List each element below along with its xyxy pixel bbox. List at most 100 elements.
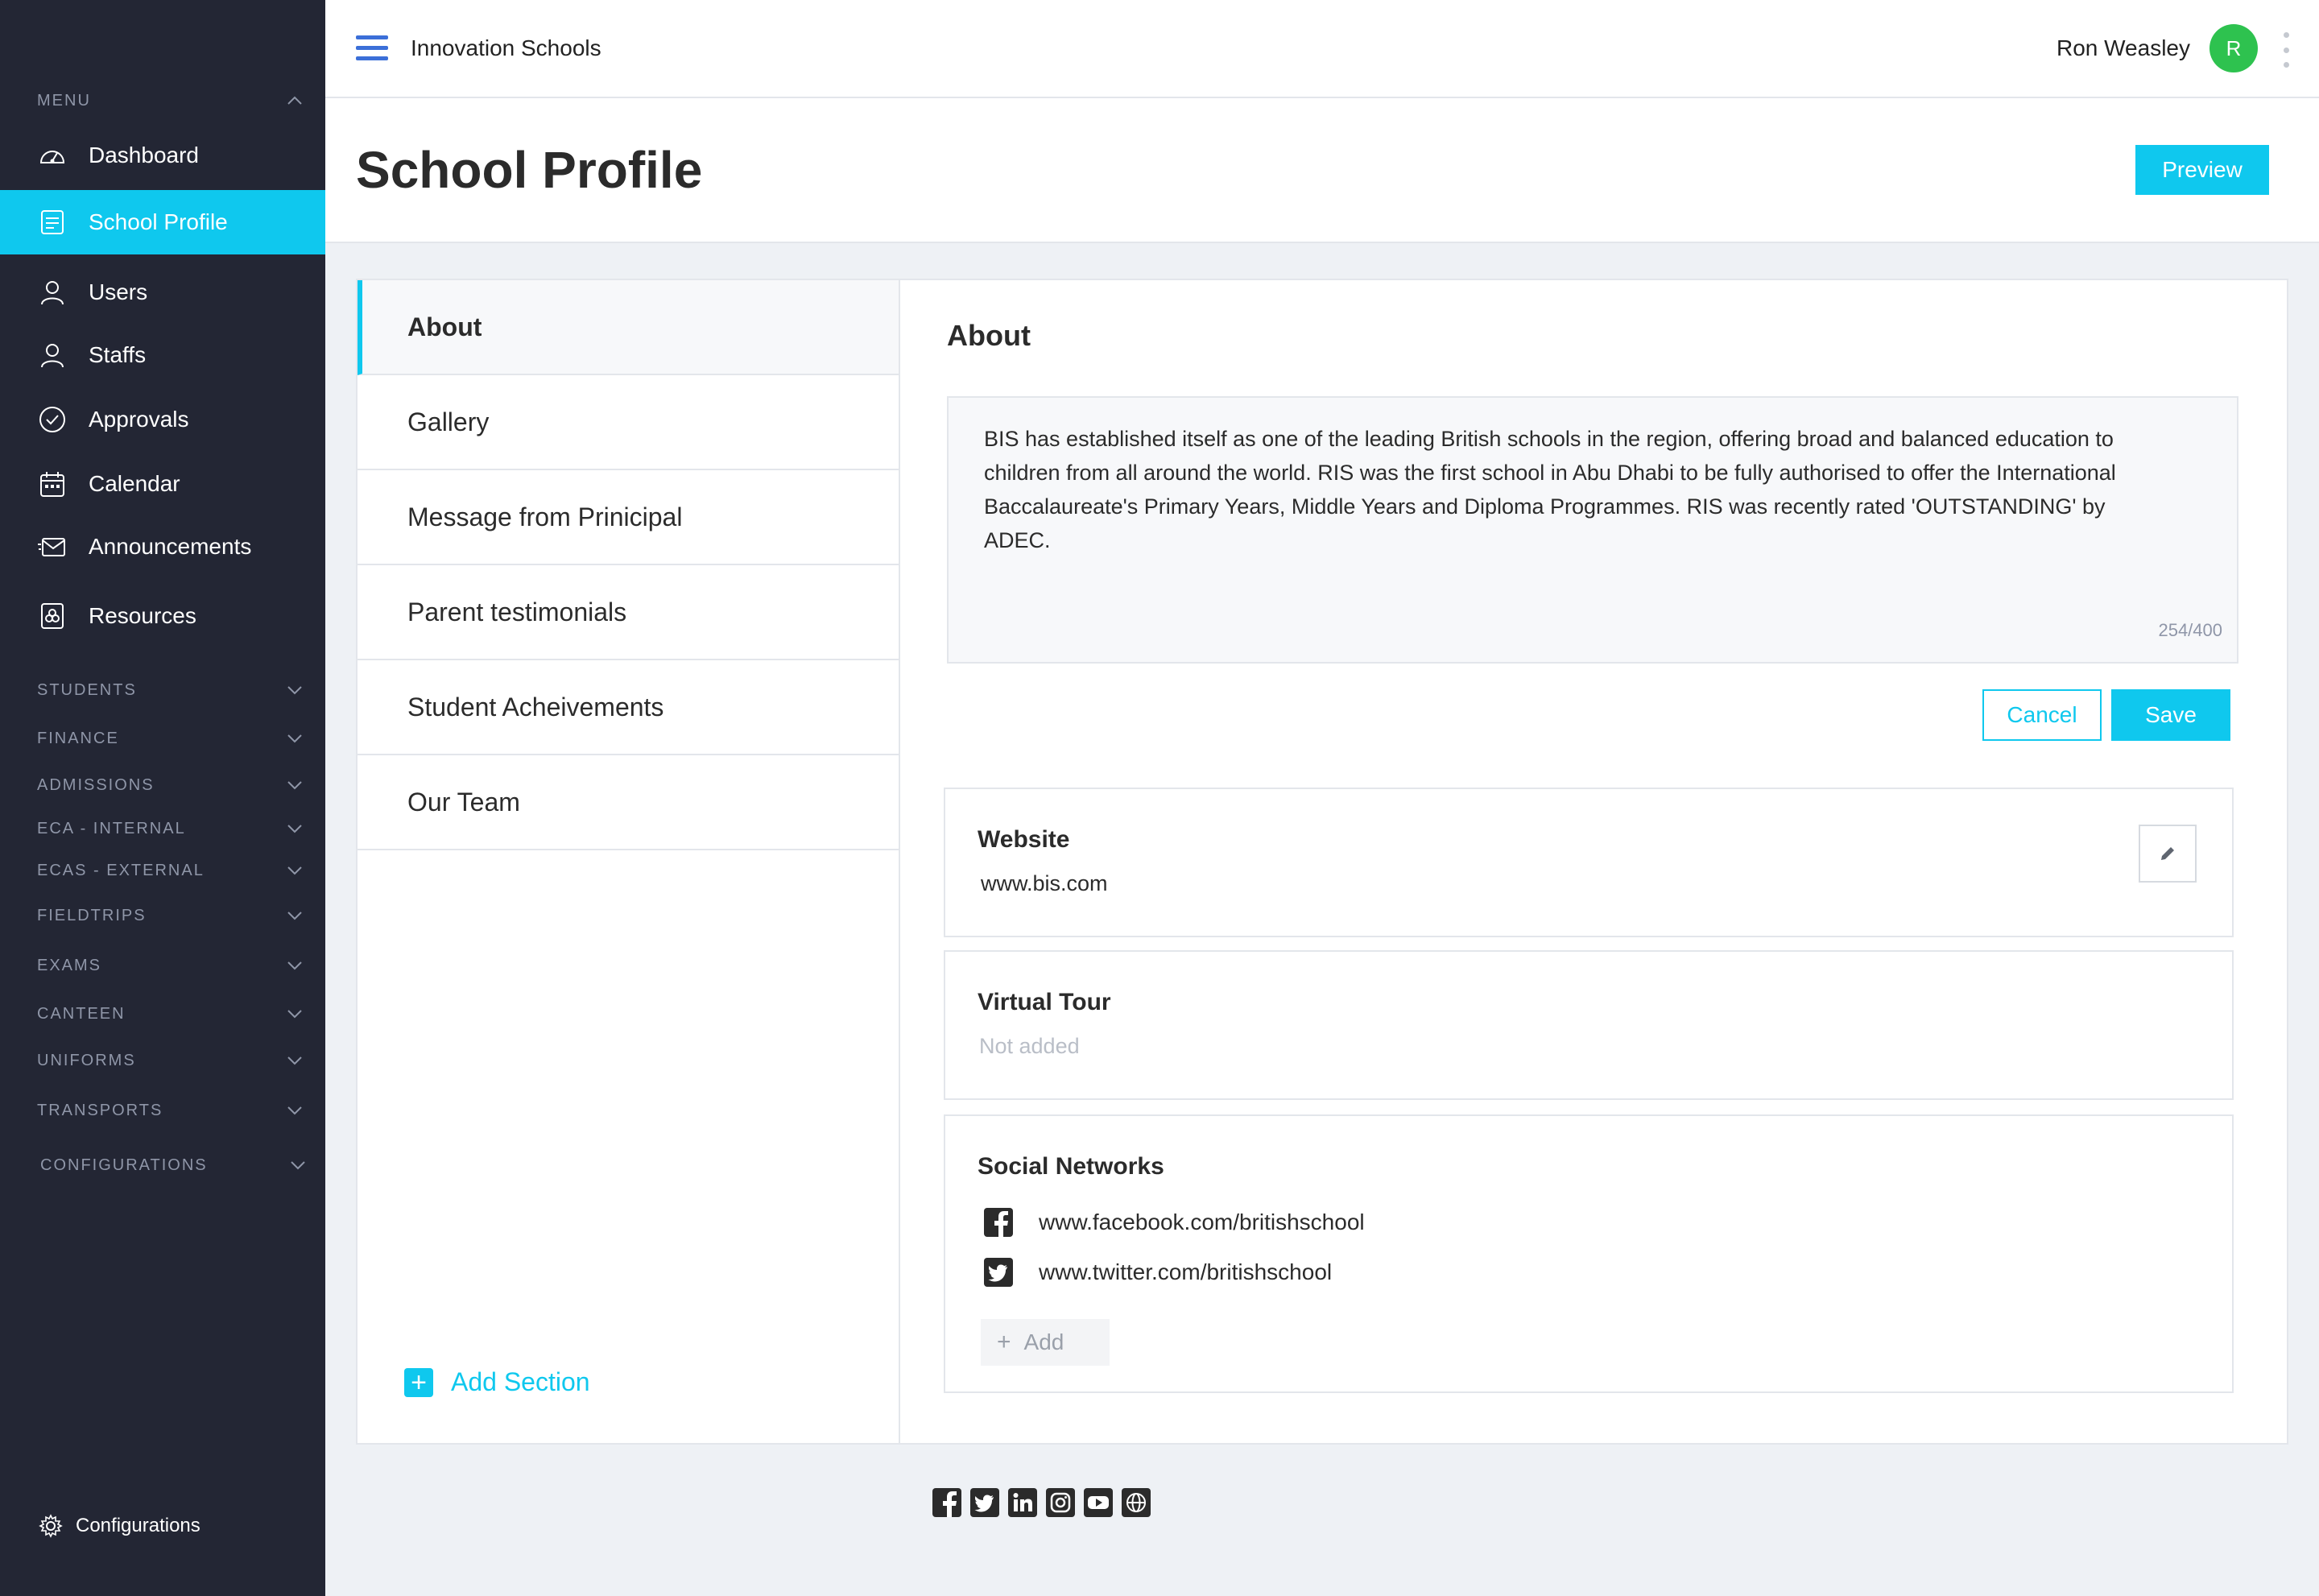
linkedin-icon[interactable]	[1008, 1488, 1037, 1517]
user-icon	[41, 281, 64, 305]
profile-card: About Gallery Message from Prinicipal Pa…	[356, 279, 2288, 1445]
sidebar-item-calendar[interactable]: Calendar	[0, 453, 325, 515]
about-text: BIS has established itself as one of the…	[984, 427, 2116, 552]
envelope-icon	[38, 538, 65, 556]
website-box: Website www.bis.com	[944, 788, 2234, 937]
topbar: Innovation Schools Ron Weasley R	[325, 0, 2319, 98]
section-item-student-achievements[interactable]: Student Acheivements	[358, 660, 899, 755]
twitter-icon[interactable]	[970, 1488, 999, 1517]
sidebar-footer-label: Configurations	[76, 1515, 200, 1536]
sidebar-item-resources[interactable]: Resources	[0, 585, 325, 647]
cancel-button[interactable]: Cancel	[1982, 689, 2102, 741]
sidebar-section-transports[interactable]: TRANSPORTS	[37, 1098, 303, 1123]
chevron-down-icon	[287, 866, 302, 875]
pencil-icon	[2161, 847, 2174, 860]
sidebar-section-label: STUDENTS	[37, 680, 137, 699]
sidebar-item-school-profile[interactable]: School Profile	[0, 190, 325, 254]
social-item-facebook[interactable]: www.facebook.com/britishschool	[984, 1208, 1365, 1237]
sidebar-section-fieldtrips[interactable]: FIELDTRIPS	[37, 903, 303, 928]
sidebar-item-announcements[interactable]: Announcements	[0, 515, 325, 578]
sidebar: MENU Dashboard School Profile Users Staf…	[0, 0, 325, 1596]
section-item-gallery[interactable]: Gallery	[358, 375, 899, 470]
social-url: www.facebook.com/britishschool	[1039, 1209, 1365, 1234]
sidebar-section-ecas-external[interactable]: ECAS - EXTERNAL	[37, 858, 303, 883]
chevron-down-icon	[287, 1056, 302, 1065]
virtual-tour-value: Not added	[979, 1034, 1080, 1058]
section-item-about[interactable]: About	[358, 280, 899, 375]
sidebar-item-staffs[interactable]: Staffs	[0, 324, 325, 387]
facebook-icon	[984, 1208, 1013, 1237]
more-options-icon[interactable]	[2282, 32, 2290, 68]
sidebar-section-uniforms[interactable]: UNIFORMS	[37, 1048, 303, 1073]
chevron-down-icon	[287, 961, 302, 970]
chevron-down-icon	[287, 912, 302, 920]
user-name[interactable]: Ron Weasley	[2057, 35, 2190, 61]
sections-list: About Gallery Message from Prinicipal Pa…	[358, 280, 900, 1443]
sidebar-section-label: UNIFORMS	[37, 1051, 136, 1069]
chevron-down-icon	[287, 825, 302, 833]
sidebar-item-approvals[interactable]: Approvals	[0, 388, 325, 451]
preview-button[interactable]: Preview	[2135, 145, 2269, 195]
website-value: www.bis.com	[981, 871, 1108, 895]
chevron-down-icon	[287, 1106, 302, 1115]
hamburger-menu-icon[interactable]	[356, 35, 388, 63]
section-item-our-team[interactable]: Our Team	[358, 755, 899, 850]
save-button[interactable]: Save	[2111, 689, 2230, 741]
sidebar-item-label: Dashboard	[89, 143, 199, 167]
edit-website-button[interactable]	[2139, 825, 2197, 883]
sidebar-footer-configurations[interactable]: Configurations	[39, 1514, 200, 1538]
add-section-button[interactable]: + Add Section	[404, 1367, 590, 1397]
character-counter: 254/400	[2158, 620, 2222, 640]
sidebar-section-canteen[interactable]: CANTEEN	[37, 1002, 303, 1026]
sidebar-section-label: EXAMS	[37, 956, 102, 974]
add-social-button[interactable]: + Add	[981, 1319, 1110, 1366]
sidebar-item-label: Users	[89, 279, 148, 304]
calendar-icon	[40, 472, 64, 497]
section-detail: About BIS has established itself as one …	[900, 280, 2288, 1443]
sidebar-section-configurations[interactable]: CONFIGURATIONS	[40, 1153, 306, 1177]
plus-icon: +	[404, 1367, 433, 1397]
sidebar-item-label: Calendar	[89, 471, 180, 496]
sidebar-section-eca-internal[interactable]: ECA - INTERNAL	[37, 817, 303, 841]
website-title: Website	[978, 826, 1070, 853]
menu-header[interactable]: MENU	[37, 90, 303, 111]
chevron-down-icon	[287, 734, 302, 743]
social-networks-title: Social Networks	[978, 1153, 1164, 1180]
sidebar-item-dashboard[interactable]: Dashboard	[0, 124, 325, 187]
about-textarea[interactable]: BIS has established itself as one of the…	[947, 396, 2238, 664]
sidebar-section-label: FINANCE	[37, 729, 119, 747]
sidebar-item-label: School Profile	[89, 209, 228, 234]
menu-header-label: MENU	[37, 91, 91, 110]
virtual-tour-title: Virtual Tour	[978, 989, 1111, 1015]
chevron-down-icon	[287, 686, 302, 695]
sidebar-section-label: CANTEEN	[37, 1004, 126, 1023]
add-section-label: Add Section	[451, 1367, 590, 1396]
app-title: Innovation Schools	[411, 35, 601, 60]
dashboard-icon	[39, 151, 65, 163]
check-circle-icon	[39, 407, 65, 432]
sidebar-section-finance[interactable]: FINANCE	[37, 726, 303, 750]
footer-social-icons	[932, 1488, 1160, 1517]
user-icon	[41, 344, 64, 368]
sidebar-section-admissions[interactable]: ADMISSIONS	[37, 773, 303, 797]
page-title: School Profile	[356, 141, 703, 199]
social-networks-box: Social Networks www.facebook.com/british…	[944, 1114, 2234, 1393]
instagram-icon[interactable]	[1046, 1488, 1075, 1517]
resources-icon	[41, 603, 64, 629]
sidebar-section-label: ECA - INTERNAL	[37, 819, 186, 837]
globe-icon[interactable]	[1122, 1488, 1151, 1517]
social-item-twitter[interactable]: www.twitter.com/britishschool	[984, 1258, 1332, 1287]
social-url: www.twitter.com/britishschool	[1039, 1259, 1333, 1284]
school-profile-icon	[41, 210, 64, 234]
sidebar-item-label: Approvals	[89, 407, 189, 432]
sidebar-item-users[interactable]: Users	[0, 261, 325, 324]
sidebar-section-students[interactable]: STUDENTS	[37, 678, 303, 702]
youtube-icon[interactable]	[1084, 1488, 1113, 1517]
sidebar-section-exams[interactable]: EXAMS	[37, 953, 303, 978]
facebook-icon[interactable]	[932, 1488, 961, 1517]
gear-icon	[39, 1514, 63, 1538]
section-item-parent-testimonials[interactable]: Parent testimonials	[358, 565, 899, 660]
sidebar-section-label: TRANSPORTS	[37, 1101, 163, 1119]
avatar[interactable]: R	[2209, 24, 2258, 72]
section-item-message-from-principal[interactable]: Message from Prinicipal	[358, 470, 899, 565]
